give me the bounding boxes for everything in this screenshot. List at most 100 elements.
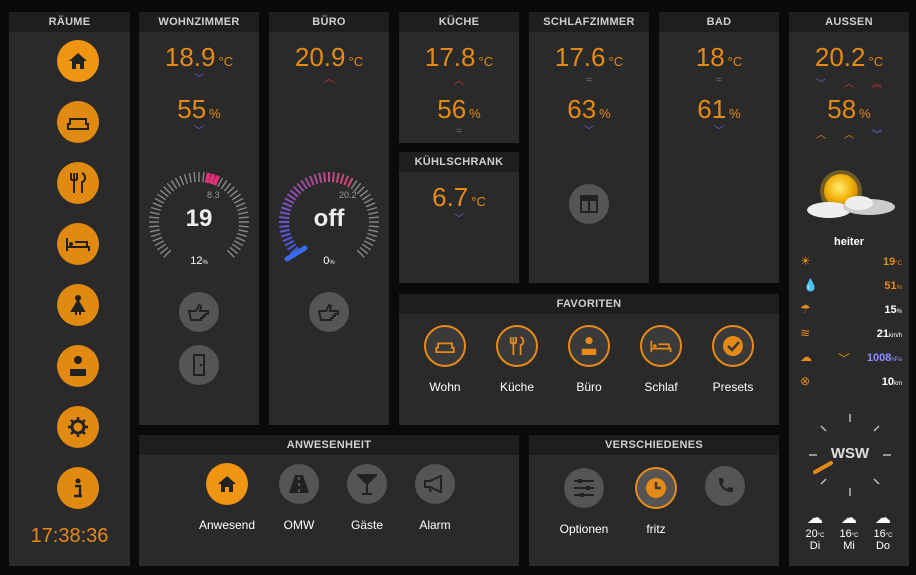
favorite-schlaf-button[interactable] xyxy=(640,325,682,367)
favorite-buero-button[interactable] xyxy=(568,325,610,367)
room-info-button[interactable] xyxy=(57,467,99,509)
favorite-wohn-button[interactable] xyxy=(424,325,466,367)
presence-label: Gäste xyxy=(350,518,383,532)
favorite-kueche-button[interactable] xyxy=(496,325,538,367)
dial-tick xyxy=(300,179,308,190)
office-person-icon xyxy=(581,337,597,355)
window-icon xyxy=(580,195,598,213)
room-buero-button[interactable] xyxy=(57,345,99,387)
presence-alarm-button[interactable] xyxy=(415,464,455,504)
dial-tick xyxy=(154,240,165,247)
room-settings-button[interactable] xyxy=(57,406,99,448)
phone-icon xyxy=(718,478,733,493)
room-home-button[interactable] xyxy=(57,40,99,82)
dial-tick xyxy=(170,180,178,190)
dial-tick xyxy=(163,186,172,195)
weather-row-humidity: 💧 51% xyxy=(800,278,902,296)
row-value: 51% xyxy=(884,280,902,292)
room-kueche-button[interactable] xyxy=(57,162,99,204)
phone-button[interactable] xyxy=(705,466,745,506)
dial-value: 19 xyxy=(185,205,213,232)
trend-down-icon: ﹀ xyxy=(816,79,826,90)
clock-time: 17:38:36 xyxy=(30,525,109,547)
cloud-rain-icon: ☂ xyxy=(800,302,811,316)
dining-icon xyxy=(509,336,525,355)
dial-tick xyxy=(346,177,354,188)
presence-anwesend-button[interactable] xyxy=(206,463,248,505)
dial-tick xyxy=(284,239,295,247)
door-button[interactable] xyxy=(179,345,219,385)
fritz-button[interactable] xyxy=(635,467,677,509)
dial-target: 20.2 xyxy=(339,190,357,200)
cloud-icon: ☁ xyxy=(875,510,891,527)
hand-point-button[interactable] xyxy=(179,292,219,332)
dial-tick xyxy=(188,172,192,183)
dial-tick xyxy=(229,246,239,255)
dial-sub-value: 12% xyxy=(190,255,208,267)
dial-tick xyxy=(220,180,228,190)
dial-tick xyxy=(361,243,371,251)
optionen-button[interactable] xyxy=(564,468,604,508)
panel-title: BÜRO xyxy=(269,12,389,32)
temperature-value: 20.9 °C xyxy=(294,42,364,72)
dial-tick xyxy=(157,243,167,251)
gear-icon xyxy=(68,417,88,437)
dining-icon xyxy=(70,172,86,193)
drop-icon: 💧 xyxy=(803,278,818,292)
temperature-value: 6.7 °C xyxy=(432,182,486,212)
dial-tick xyxy=(323,172,327,183)
wind-icon: ≋ xyxy=(800,326,811,340)
cloud-fog-icon: ☁ xyxy=(841,510,857,527)
hand-point-button[interactable] xyxy=(309,292,349,332)
panel-title: KÜCHE xyxy=(399,12,519,32)
trend-up-icon: ︿ xyxy=(454,76,464,87)
trend-steady-icon: = xyxy=(456,126,462,137)
trend-down-icon: ﹀ xyxy=(584,126,594,137)
dial-tick xyxy=(204,172,211,184)
dial-tick xyxy=(154,197,165,204)
dial-tick xyxy=(223,182,232,192)
panel-schlafzimmer: SCHLAFZIMMER 17.6 °C = 63% ﹀ xyxy=(529,12,649,283)
dial-sub-value: 0% xyxy=(323,255,335,267)
dial-tick xyxy=(193,172,196,183)
trend-up-icon: ︿ xyxy=(844,130,854,141)
window-shutter-button[interactable] xyxy=(569,184,609,224)
room-woman-button[interactable] xyxy=(57,284,99,326)
dial-tick xyxy=(331,172,335,183)
door-icon xyxy=(193,354,205,376)
wind-compass: WSW xyxy=(805,410,895,500)
panel-title: SCHLAFZIMMER xyxy=(529,12,649,32)
presence-gaeste-button[interactable] xyxy=(347,464,387,504)
sofa-icon xyxy=(435,342,455,353)
dial-tick xyxy=(233,197,244,204)
room-wohn-button[interactable] xyxy=(57,101,99,143)
panel-kueche: KÜCHE 17.8 °C ︿ 56% = xyxy=(399,12,519,143)
presence-omw-button[interactable] xyxy=(279,464,319,504)
misc-label: Optionen xyxy=(559,522,609,536)
misc-label: fritz xyxy=(646,522,666,536)
sun-small-icon: ☀ xyxy=(800,254,811,268)
weather-row-visibility: ⊗ 10km xyxy=(800,374,902,392)
sofa-icon xyxy=(67,118,89,130)
dial-tick xyxy=(157,193,167,201)
panel-title: KÜHLSCHRANK xyxy=(399,152,519,172)
dial-tick xyxy=(174,177,181,188)
dial-tick xyxy=(159,189,169,198)
dial-tick xyxy=(159,246,169,255)
presence-label: Anwesend xyxy=(198,518,256,532)
dial-tick xyxy=(356,186,365,195)
dial-tick xyxy=(286,193,297,201)
info-icon xyxy=(74,478,82,498)
weather-row-pressure: ☁ ﹀ 1008hPa xyxy=(800,350,902,368)
dial-target: 8.3 xyxy=(207,190,220,200)
panel-favoriten: FAVORITEN Wohn Küche Büro Schlaf Presets xyxy=(399,294,779,425)
dial-value: off xyxy=(313,205,345,232)
office-person-icon xyxy=(70,356,86,376)
row-value: 10km xyxy=(881,376,902,388)
panel-title: AUSSEN xyxy=(789,12,909,32)
panel-title: WOHNZIMMER xyxy=(139,12,259,32)
room-schlaf-button[interactable] xyxy=(57,223,99,265)
trend-up-icon: ︿ xyxy=(816,130,826,141)
dial-tick xyxy=(235,236,246,242)
favorite-presets-button[interactable] xyxy=(712,325,754,367)
